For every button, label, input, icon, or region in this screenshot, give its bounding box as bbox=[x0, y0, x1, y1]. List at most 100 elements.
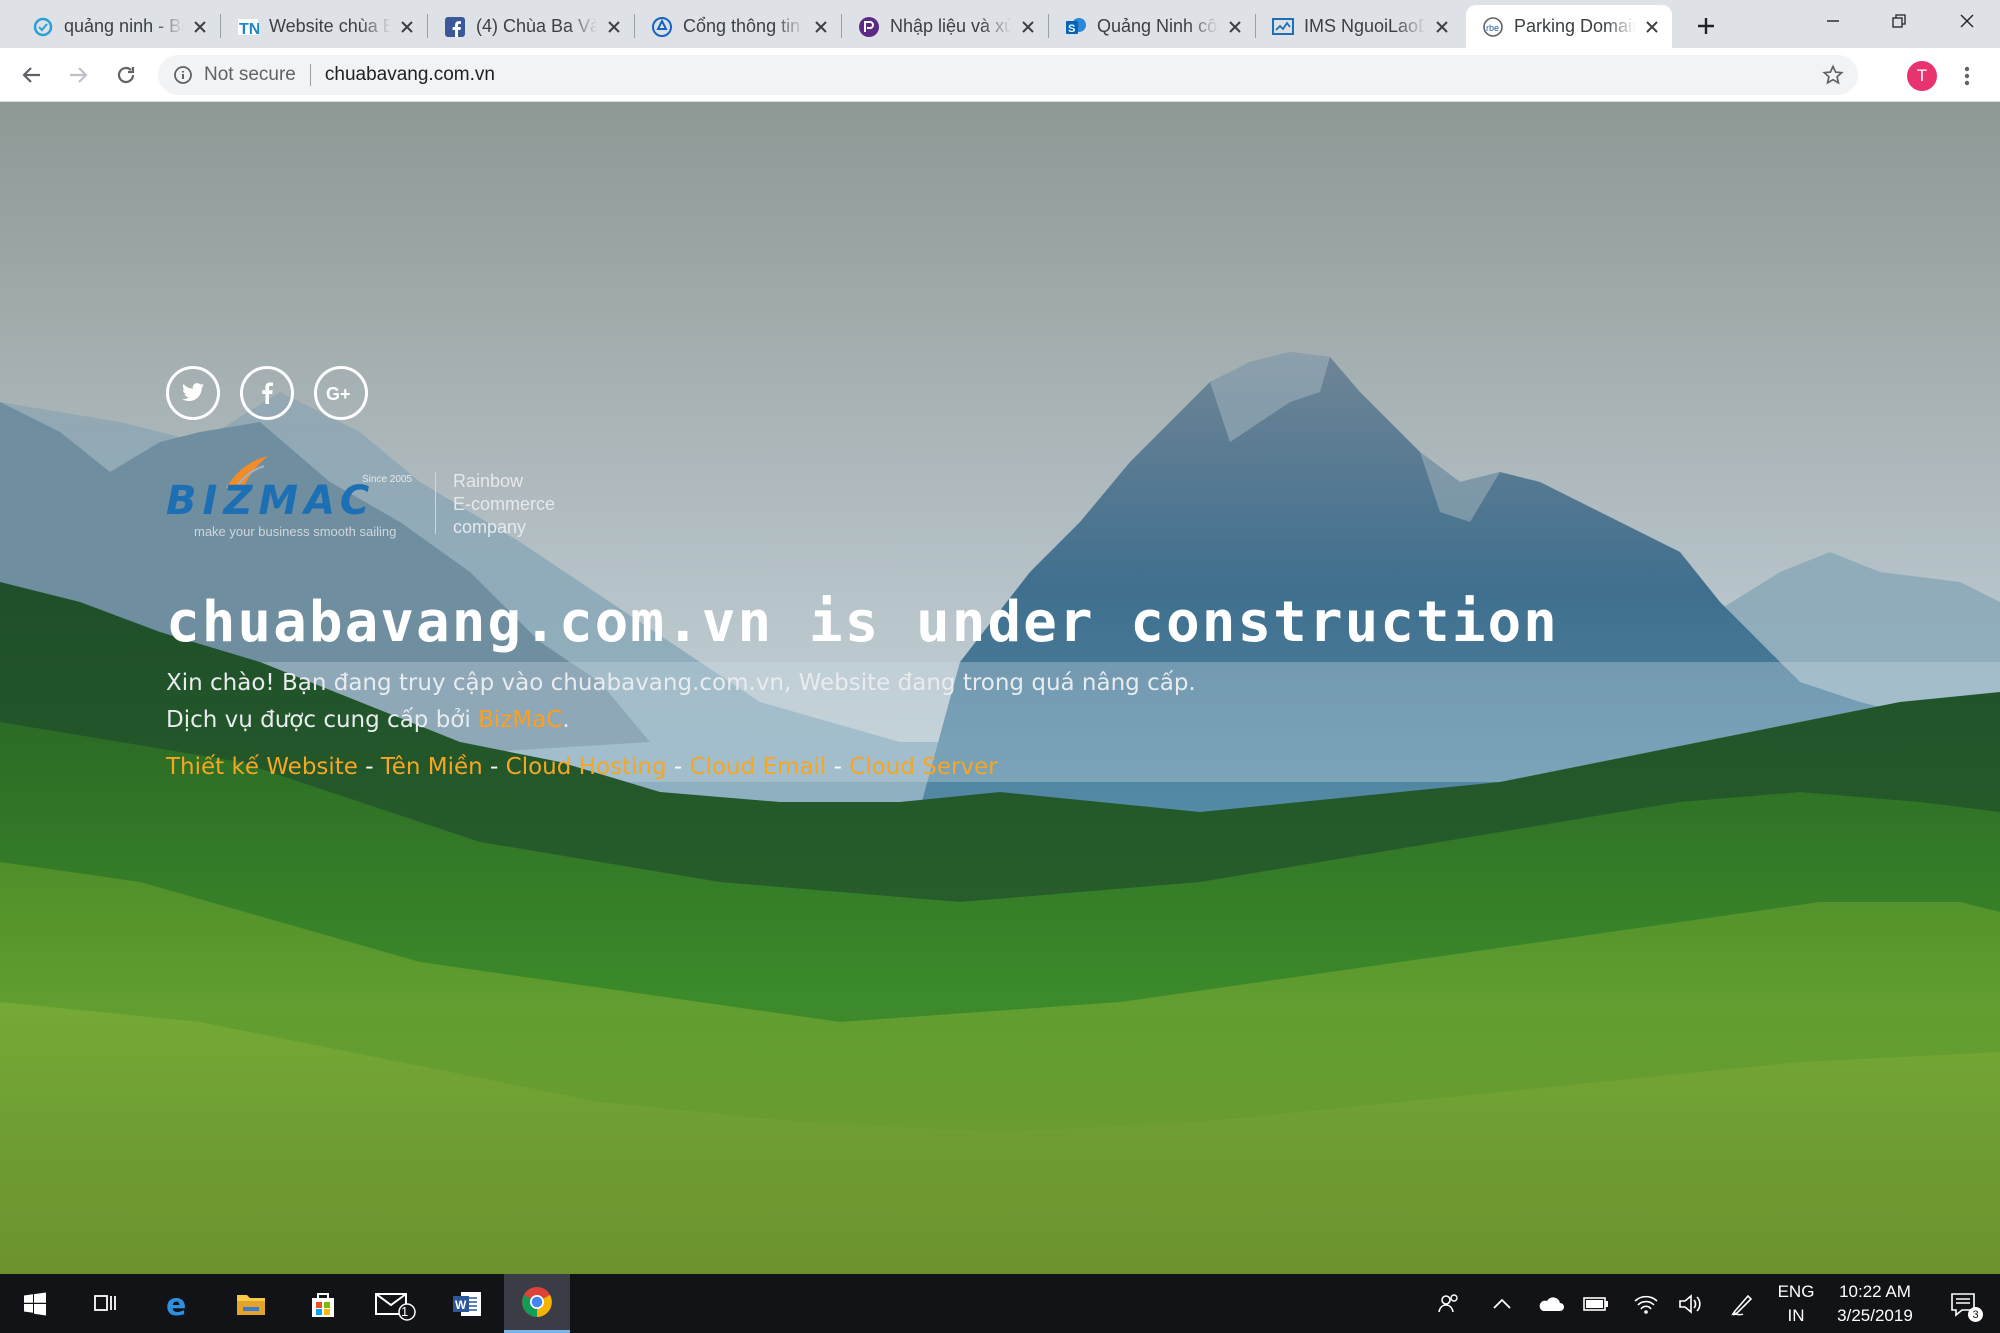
svg-text:e: e bbox=[166, 1289, 186, 1319]
intro-line: Xin chào! Bạn đang truy cập vào chuabava… bbox=[166, 670, 1196, 696]
action-center-button[interactable]: 3 bbox=[1938, 1274, 1988, 1333]
minimize-icon bbox=[1827, 20, 1839, 22]
bizmac-link[interactable]: BizMaC bbox=[478, 707, 562, 733]
service-link-email[interactable]: Cloud Email bbox=[690, 754, 827, 780]
link-separator: - bbox=[482, 754, 506, 780]
bookmark-star-icon[interactable] bbox=[1822, 64, 1844, 86]
address-divider bbox=[309, 64, 311, 86]
tab-title: Cổng thông tin bbox=[683, 16, 801, 36]
clock-time: 10:22 AM bbox=[1839, 1282, 1911, 1301]
system-clock[interactable]: 10:22 AM 3/25/2019 bbox=[1820, 1280, 1930, 1328]
address-bar[interactable]: Not secure chuabavang.com.vn bbox=[158, 55, 1858, 95]
forward-button[interactable] bbox=[60, 57, 96, 93]
tab-title: Parking Domain bbox=[1514, 16, 1636, 36]
keyboard-layout: IN bbox=[1787, 1306, 1805, 1325]
tab-website-chua[interactable]: TN Website chùa Ba Vàng bbox=[221, 5, 427, 48]
bing-icon bbox=[32, 16, 54, 38]
people-icon[interactable] bbox=[1428, 1274, 1468, 1333]
link-separator: - bbox=[357, 754, 381, 780]
svg-text:G+: G+ bbox=[326, 384, 351, 403]
mail-badge: 1 bbox=[401, 1304, 409, 1319]
tab-title: (4) Chùa Ba Vàng bbox=[476, 16, 598, 36]
tab-title: Quảng Ninh công bbox=[1097, 16, 1219, 36]
browser-menu-icon[interactable] bbox=[1955, 61, 1979, 91]
svg-text:rbe: rbe bbox=[1486, 23, 1499, 33]
bizmac-logo[interactable]: Since 2005 BIZMAC make your business smo… bbox=[166, 452, 586, 542]
language-code: ENG bbox=[1777, 1282, 1815, 1301]
close-window-button[interactable] bbox=[1934, 0, 2000, 42]
security-label[interactable]: Not secure bbox=[204, 64, 296, 86]
url-text[interactable]: chuabavang.com.vn bbox=[325, 64, 495, 86]
close-icon[interactable] bbox=[1642, 17, 1662, 37]
reload-button[interactable] bbox=[108, 57, 144, 93]
svg-text:W: W bbox=[455, 1298, 467, 1312]
chrome-taskbar-button[interactable] bbox=[504, 1274, 570, 1333]
close-icon[interactable] bbox=[811, 17, 831, 37]
profile-avatar[interactable]: T bbox=[1907, 61, 1937, 91]
company-line: company bbox=[453, 517, 527, 537]
tab-facebook[interactable]: (4) Chùa Ba Vàng bbox=[428, 5, 634, 48]
edge-taskbar-button[interactable]: e bbox=[146, 1274, 212, 1333]
intro-prefix: Dịch vụ được cung cấp bởi bbox=[166, 707, 479, 733]
tab-nhap-lieu[interactable]: Nhập liệu và xử lý bbox=[842, 5, 1048, 48]
word-icon: W bbox=[453, 1291, 481, 1316]
close-icon[interactable] bbox=[1225, 17, 1245, 37]
close-icon[interactable] bbox=[1432, 17, 1452, 37]
tab-cong-thong-tin[interactable]: Cổng thông tin bbox=[635, 5, 841, 48]
word-button[interactable]: W bbox=[434, 1274, 500, 1333]
forward-arrow-icon bbox=[70, 67, 88, 83]
store-button[interactable] bbox=[290, 1274, 356, 1333]
chevron-up-icon[interactable] bbox=[1482, 1274, 1522, 1333]
start-button[interactable] bbox=[2, 1274, 68, 1333]
info-icon[interactable] bbox=[172, 64, 194, 86]
pen-ink-icon[interactable] bbox=[1722, 1274, 1762, 1333]
svg-text:S: S bbox=[1068, 23, 1075, 35]
twitter-button[interactable] bbox=[166, 366, 220, 420]
new-tab-button[interactable] bbox=[1690, 10, 1722, 42]
task-view-button[interactable] bbox=[72, 1274, 138, 1333]
link-separator: - bbox=[666, 754, 690, 780]
plus-icon bbox=[1698, 18, 1714, 34]
tab-bing[interactable]: quảng ninh - Bing bbox=[16, 5, 220, 48]
close-icon[interactable] bbox=[604, 17, 624, 37]
google-plus-button[interactable]: G+ bbox=[314, 366, 368, 420]
tab-parking-domain[interactable]: rbe Parking Domain bbox=[1466, 5, 1672, 48]
onedrive-icon[interactable] bbox=[1530, 1274, 1570, 1333]
minimize-button[interactable] bbox=[1800, 0, 1866, 42]
svg-text:TN: TN bbox=[239, 21, 259, 38]
volume-icon[interactable] bbox=[1670, 1274, 1710, 1333]
facebook-button[interactable] bbox=[240, 366, 294, 420]
google-plus-icon: G+ bbox=[326, 384, 351, 403]
tab-quang-ninh[interactable]: S Quảng Ninh công bbox=[1049, 5, 1255, 48]
portal-icon bbox=[651, 16, 673, 38]
close-icon[interactable] bbox=[1018, 17, 1038, 37]
wifi-icon[interactable] bbox=[1626, 1274, 1666, 1333]
windows-logo-icon bbox=[24, 1292, 46, 1315]
page-title: chuabavang.com.vn is under construction bbox=[166, 590, 1559, 655]
battery-icon[interactable] bbox=[1576, 1274, 1616, 1333]
logo-tagline: make your business smooth sailing bbox=[194, 524, 397, 539]
service-link-server[interactable]: Cloud Server bbox=[849, 754, 997, 780]
close-icon[interactable] bbox=[397, 17, 417, 37]
mail-button[interactable]: 1 bbox=[362, 1274, 428, 1333]
close-icon[interactable] bbox=[190, 17, 210, 37]
service-link-website[interactable]: Thiết kế Website bbox=[166, 754, 358, 780]
input-language-indicator[interactable]: ENG IN bbox=[1770, 1280, 1822, 1328]
edge-icon: e bbox=[166, 1289, 186, 1319]
company-line: E-commerce bbox=[453, 494, 556, 514]
company-line: Rainbow bbox=[453, 471, 524, 491]
back-button[interactable] bbox=[14, 57, 50, 93]
service-link-domain[interactable]: Tên Miền bbox=[381, 754, 483, 780]
ims-icon bbox=[1272, 16, 1294, 38]
tn-icon: TN bbox=[237, 16, 259, 38]
tab-ims[interactable]: IMS NguoiLaoDong bbox=[1256, 5, 1462, 48]
twitter-icon bbox=[182, 383, 204, 402]
app-icon bbox=[858, 16, 880, 38]
restore-button[interactable] bbox=[1866, 0, 1932, 42]
intro-text: Xin chào! Bạn đang truy cập vào chuabava… bbox=[166, 665, 1196, 739]
tab-title: IMS NguoiLaoDong bbox=[1304, 16, 1426, 36]
service-link-hosting[interactable]: Cloud Hosting bbox=[506, 754, 667, 780]
browser-toolbar: Not secure chuabavang.com.vn T bbox=[0, 48, 2000, 102]
logo-wordmark: BIZMAC bbox=[166, 478, 376, 524]
file-explorer-button[interactable] bbox=[218, 1274, 284, 1333]
